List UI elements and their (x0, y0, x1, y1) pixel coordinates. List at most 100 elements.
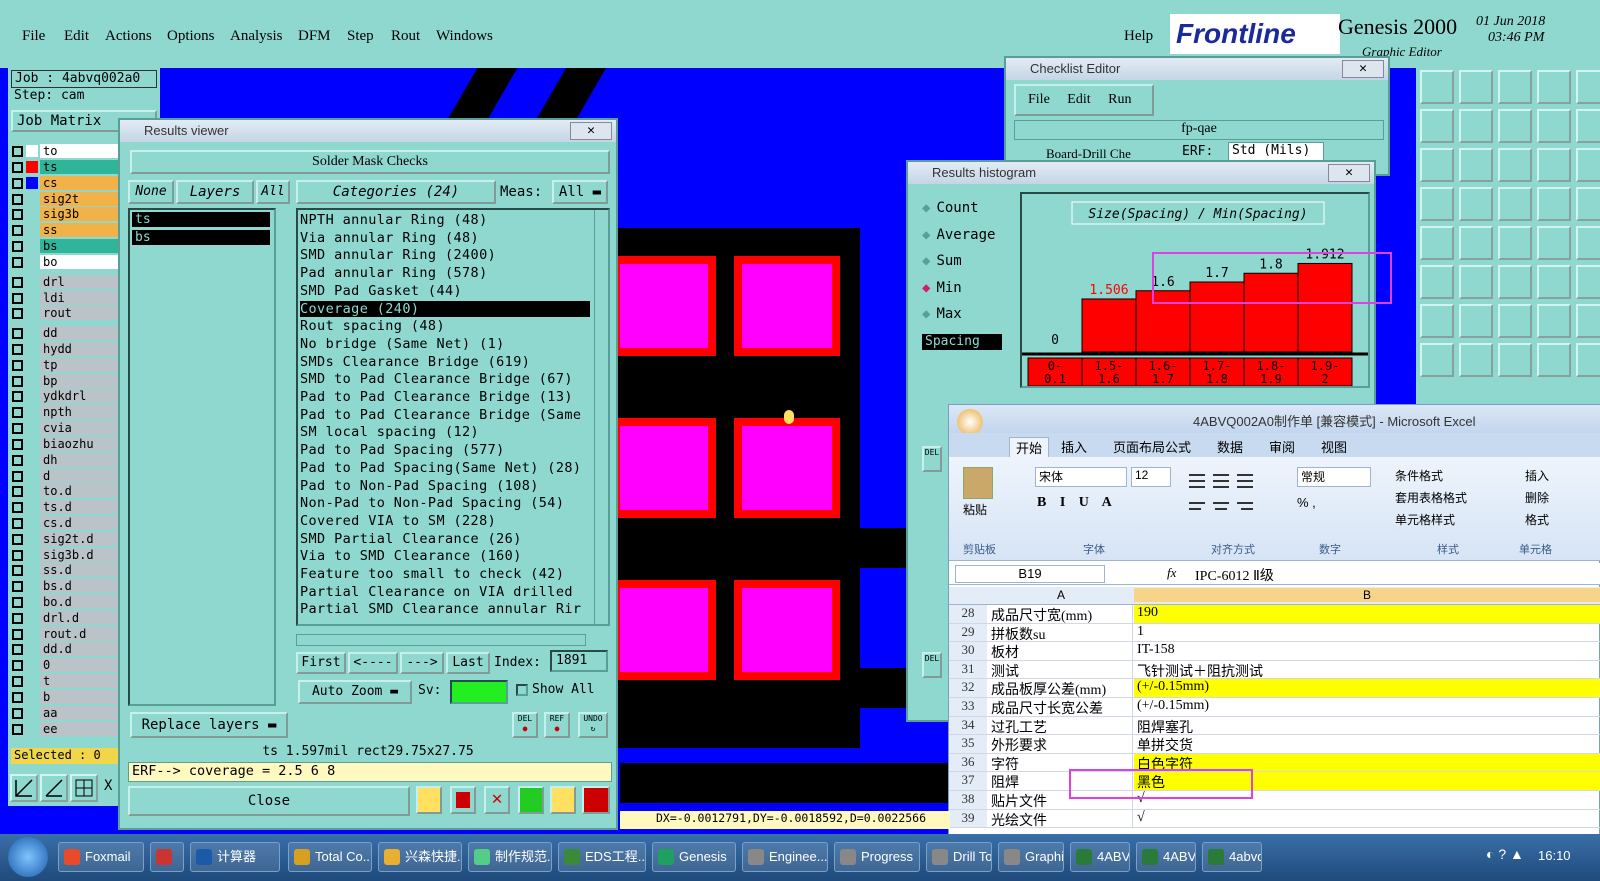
layer-checkbox[interactable] (12, 327, 23, 339)
layer-checkbox[interactable] (12, 643, 23, 655)
category-item[interactable]: Pad to Non-Pad Spacing (108) (300, 478, 590, 494)
cell-a[interactable]: 外形要求 (989, 735, 1133, 754)
paste-label[interactable]: 粘贴 (963, 501, 987, 518)
all-button[interactable]: All (256, 180, 290, 204)
category-item[interactable]: Covered VIA to SM (228) (300, 513, 590, 529)
taskbar-item[interactable]: 制作规范... (468, 842, 552, 872)
insert-button[interactable]: 插入 (1525, 467, 1549, 484)
layer-checkbox[interactable] (12, 454, 23, 466)
alignment-buttons[interactable] (1185, 467, 1281, 537)
cell-a[interactable]: 光绘文件 (989, 809, 1133, 829)
taskbar-item[interactable] (150, 842, 184, 872)
layer-row[interactable]: 0 (12, 658, 122, 672)
menu-rout[interactable]: Rout (391, 28, 420, 45)
tool-button-icon[interactable] (1498, 70, 1532, 104)
checklist-menu[interactable]: File Edit Run (1014, 84, 1154, 116)
ribbon-tab[interactable]: 审阅 (1269, 437, 1295, 456)
sv-color-dropdown[interactable] (450, 680, 508, 704)
ref-button[interactable]: REF ● (544, 712, 570, 738)
category-item[interactable]: Via to SMD Clearance (160) (300, 548, 590, 564)
ribbon-tab[interactable]: 视图 (1321, 437, 1347, 456)
category-item[interactable]: No bridge (Same Net) (1) (300, 336, 590, 352)
layer-checkbox[interactable] (12, 707, 23, 719)
tool-button-icon[interactable] (1420, 304, 1454, 338)
index-input[interactable]: 1891 (550, 650, 608, 672)
sheet-row[interactable]: 28 成品尺寸宽(mm) 190 (949, 605, 1600, 624)
cell-b[interactable]: 飞针测试＋阻抗测试 (1134, 661, 1600, 680)
menu-file[interactable]: File (22, 28, 45, 45)
aggregate-option[interactable]: ◆ Average (922, 227, 995, 243)
tool-button-icon[interactable] (1420, 343, 1454, 377)
taskbar-item[interactable]: Genesis (652, 842, 736, 872)
category-item[interactable]: SMD annular Ring (2400) (300, 247, 590, 263)
tray-icons[interactable]: ◐ ? ▲ (1486, 846, 1524, 862)
format-button[interactable]: 格式 (1525, 511, 1549, 528)
layer-row[interactable]: sig3b.d (12, 548, 122, 562)
start-button-icon[interactable] (8, 837, 48, 877)
tool-button-icon[interactable] (1420, 148, 1454, 182)
sheet-row[interactable]: 33 成品尺寸长宽公差 (+/-0.15mm) (949, 698, 1600, 717)
layer-checkbox[interactable] (12, 161, 23, 173)
sheet-row[interactable]: 36 字符 白色字符 (949, 753, 1600, 773)
tool-button-icon[interactable] (1537, 148, 1571, 182)
layer-checkbox[interactable] (12, 612, 23, 624)
cell-b[interactable]: IT-158 (1134, 642, 1600, 660)
none-button[interactable]: None (128, 180, 174, 204)
checklist-menu-edit[interactable]: Edit (1067, 92, 1090, 107)
layer-checkbox[interactable] (12, 359, 23, 371)
delete-button[interactable]: 删除 (1525, 489, 1549, 506)
tool-button-icon[interactable] (1537, 343, 1571, 377)
cell-style-button[interactable]: 单元格样式 (1395, 511, 1455, 528)
column-a-header[interactable]: A (989, 588, 1133, 602)
cell-b[interactable]: 阻焊塞孔 (1134, 717, 1600, 736)
layer-checkbox[interactable] (12, 256, 23, 268)
layer-row[interactable]: d (12, 469, 122, 483)
tool-button-icon[interactable] (1537, 265, 1571, 299)
font-style-buttons[interactable]: B I U A (1037, 495, 1112, 511)
first-button[interactable]: First (296, 652, 346, 674)
tool-button-icon[interactable] (1420, 70, 1454, 104)
layer-checkbox[interactable] (12, 224, 23, 236)
category-item[interactable]: Pad annular Ring (578) (300, 265, 590, 281)
auto-zoom-dropdown[interactable]: Auto Zoom ▬ (298, 680, 412, 704)
layer-row[interactable]: biaozhu (12, 437, 122, 451)
layer-row[interactable]: to.d (12, 484, 122, 498)
layer-row[interactable]: t (12, 674, 122, 688)
taskbar-item[interactable]: 兴森快捷... (378, 842, 462, 872)
layer-checkbox[interactable] (12, 276, 23, 288)
tool-button-icon[interactable] (1420, 187, 1454, 221)
sheet-row[interactable]: 31 测试 飞针测试＋阻抗测试 (949, 660, 1600, 680)
conditional-format-button[interactable]: 条件格式 (1395, 467, 1443, 484)
layer-checkbox[interactable] (12, 193, 23, 205)
toolbar-icon-1[interactable] (416, 786, 442, 814)
layer-checkbox[interactable] (12, 501, 23, 513)
layer-row[interactable]: dh (12, 453, 122, 467)
layer-results-list[interactable]: ts bs (128, 208, 276, 706)
sheet-row[interactable]: 38 贴片文件 √ (949, 791, 1600, 810)
taskbar-item[interactable]: Total Co... (288, 842, 372, 872)
tool-button-icon[interactable] (1420, 109, 1454, 143)
layer-checkbox[interactable] (12, 596, 23, 608)
taskbar-item[interactable]: Graphic ... (998, 842, 1064, 872)
taskbar-item[interactable]: 4ABVQ0... (1136, 842, 1196, 872)
taskbar-item[interactable]: Enginee... (742, 842, 828, 872)
menu-help[interactable]: Help (1124, 28, 1153, 45)
aggregate-option[interactable]: ◆ Count (922, 200, 979, 216)
layer-checkbox[interactable] (12, 691, 23, 703)
layer-checkbox[interactable] (12, 343, 23, 355)
layer-checkbox[interactable] (12, 485, 23, 497)
name-box[interactable]: B19 (955, 565, 1105, 583)
layer-checkbox[interactable] (12, 564, 23, 576)
tool-button-icon[interactable] (1537, 226, 1571, 260)
show-all-checkbox[interactable] (516, 684, 528, 696)
category-scrollbar[interactable] (594, 210, 608, 624)
menu-windows[interactable]: Windows (436, 28, 493, 45)
cell-a[interactable]: 拼板数su (989, 623, 1133, 643)
undo-button[interactable]: UNDO ↻ (578, 712, 608, 738)
next-button[interactable]: ---> (400, 652, 444, 674)
categories-button[interactable]: Categories (24) (296, 180, 496, 204)
category-item[interactable]: SM local spacing (12) (300, 424, 590, 440)
tool-button-icon[interactable] (1576, 304, 1600, 338)
measure-selector[interactable]: Spacing (922, 334, 1002, 350)
tool-button-icon[interactable] (1576, 187, 1600, 221)
